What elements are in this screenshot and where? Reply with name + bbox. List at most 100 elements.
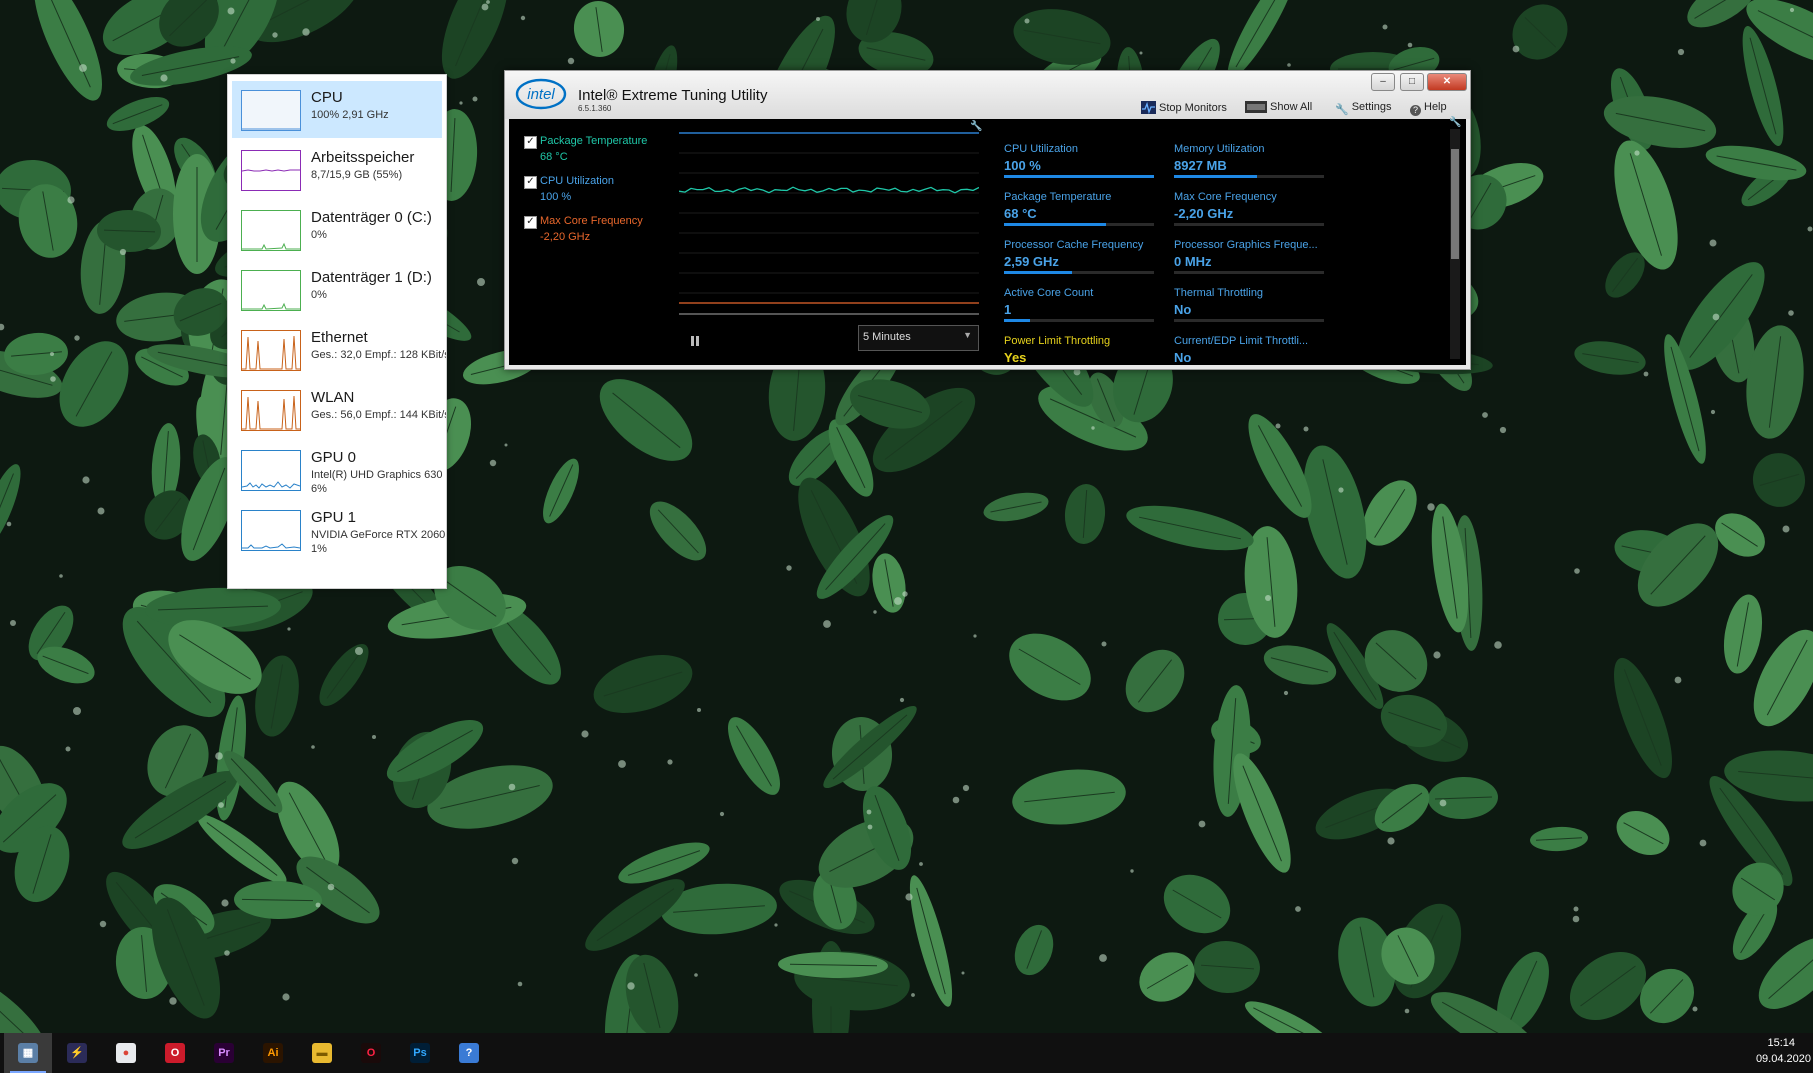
xtu-version: 6.5.1.360 — [578, 104, 612, 113]
metric-bar-fill — [1174, 175, 1257, 178]
metric-value: 0 MHz — [1174, 254, 1212, 269]
intel-logo-icon: intel — [515, 78, 567, 110]
metric-value: Yes — [1004, 350, 1027, 365]
metric-value: No — [1174, 350, 1192, 365]
metric-processor-graphics-freque: Processor Graphics Freque... 0 MHz — [1174, 239, 1324, 285]
opera-icon: O — [165, 1043, 185, 1063]
metric-bar-fill — [1004, 223, 1106, 226]
perf-item-cpu[interactable]: CPU 100% 2,91 GHz — [232, 81, 442, 138]
perf-sparkline — [241, 390, 301, 431]
stop-monitors-button[interactable]: Stop Monitors — [1141, 101, 1227, 114]
perf-item-detail: Ges.: 56,0 Empf.: 144 KBit/s — [311, 409, 447, 421]
metric-value: 68 °C — [1004, 206, 1037, 221]
metric-package-temperature: Package Temperature 68 °C — [1004, 191, 1154, 237]
xtu-monitor-pane: ✓ Package Temperature 68 °C ✓ CPU Utilizatio… — [509, 117, 1466, 365]
monitor-wave-icon — [1141, 101, 1156, 114]
perf-item-title: GPU 0 — [311, 449, 357, 466]
metric-bar — [1004, 271, 1154, 274]
perf-item-usage: 6% — [311, 483, 327, 495]
metric-bar — [1174, 223, 1324, 226]
metrics-scrollbar[interactable] — [1450, 129, 1460, 359]
premiere-icon: Pr — [214, 1043, 234, 1063]
perf-sparkline — [241, 150, 301, 191]
show-all-button[interactable]: Show All — [1245, 101, 1312, 113]
settings-button[interactable]: 🔧 Settings — [1335, 101, 1391, 116]
task-manager-icon: ▦ — [18, 1043, 38, 1063]
perf-item-title: Arbeitsspeicher — [311, 149, 415, 166]
chrome-icon: ● — [116, 1043, 136, 1063]
perf-item-wlan[interactable]: WLAN Ges.: 56,0 Empf.: 144 KBit/s — [232, 381, 446, 438]
show-all-icon — [1245, 101, 1267, 113]
metric-label: Package Temperature — [1004, 191, 1112, 203]
scrollbar-thumb[interactable] — [1451, 149, 1459, 259]
metric-thermal-throttling: Thermal Throttling No — [1174, 287, 1324, 333]
help-icon: ? — [1410, 105, 1421, 116]
maximize-button[interactable]: □ — [1400, 73, 1424, 91]
opera-gx-icon: O — [361, 1043, 381, 1063]
perf-sparkline — [241, 450, 301, 491]
metric-value: 8927 MB — [1174, 158, 1227, 173]
settings-label: Settings — [1351, 101, 1392, 113]
taskbar-app-chrome[interactable]: ● — [102, 1033, 150, 1073]
perf-item-gpu-0[interactable]: GPU 0 Intel(R) UHD Graphics 630 6% — [232, 441, 442, 498]
perf-item-usage: 1% — [311, 543, 327, 555]
perf-item-detail: 100% 2,91 GHz — [311, 109, 389, 121]
perf-sparkline — [241, 210, 301, 251]
metric-power-limit-throttling: Power Limit Throttling Yes — [1004, 335, 1154, 365]
clock-time[interactable]: 15:14 — [1767, 1037, 1795, 1049]
metric-memory-utilization: Memory Utilization 8927 MB — [1174, 143, 1324, 189]
taskbar-app-premiere[interactable]: Pr — [200, 1033, 248, 1073]
help-button[interactable]: ? Help — [1410, 101, 1447, 116]
perf-sparkline — [241, 90, 301, 131]
metric-label: Processor Cache Frequency — [1004, 239, 1144, 251]
metric-current-edp-limit-throttli: Current/EDP Limit Throttli... No — [1174, 335, 1324, 365]
wrench-icon: 🔧 — [1335, 104, 1349, 116]
metric-value: 100 % — [1004, 158, 1041, 173]
metric-bar-fill — [1004, 175, 1154, 178]
metric-bar — [1004, 175, 1154, 178]
metric-bar-fill — [1004, 271, 1072, 274]
perf-sparkline — [241, 270, 301, 311]
taskbar-app-xtu[interactable]: ⚡ — [53, 1033, 101, 1073]
task-manager-performance-panel: CPU 100% 2,91 GHz Arbeitsspeicher 8,7/15,9 … — [227, 74, 447, 589]
perf-item-detail: 0% — [311, 289, 327, 301]
clock-date[interactable]: 09.04.2020 — [1756, 1053, 1811, 1065]
metrics-wrench-icon[interactable]: 🔧 — [1449, 117, 1461, 128]
perf-item-ethernet[interactable]: Ethernet Ges.: 32,0 Empf.: 128 KBit/s — [232, 321, 446, 378]
xtu-window: intel Intel® Extreme Tuning Utility 6.5.… — [504, 70, 1471, 370]
xtu-titlebar[interactable]: intel Intel® Extreme Tuning Utility 6.5.… — [505, 71, 1470, 119]
metric-label: CPU Utilization — [1004, 143, 1078, 155]
svg-text:intel: intel — [527, 86, 555, 103]
perf-item-datentr-ger-0-c[interactable]: Datenträger 0 (C:) 0% — [232, 201, 442, 258]
perf-item-title: Ethernet — [311, 329, 368, 346]
taskbar-app-illustrator[interactable]: Ai — [249, 1033, 297, 1073]
metric-value: 1 — [1004, 302, 1012, 317]
perf-item-detail: 8,7/15,9 GB (55%) — [311, 169, 403, 181]
metric-cpu-utilization: CPU Utilization 100 % — [1004, 143, 1154, 189]
metric-label: Max Core Frequency — [1174, 191, 1277, 203]
perf-item-gpu-1[interactable]: GPU 1 NVIDIA GeForce RTX 2060 1% — [232, 501, 445, 558]
metric-value: No — [1174, 302, 1192, 317]
taskbar-app-xtu-pinned[interactable]: ? — [445, 1033, 493, 1073]
taskbar-app-opera[interactable]: O — [151, 1033, 199, 1073]
close-button[interactable]: ✕ — [1427, 73, 1467, 91]
xtu-icon: ⚡ — [67, 1043, 87, 1063]
explorer-icon: ▬ — [312, 1043, 332, 1063]
taskbar-app-photoshop[interactable]: Ps — [396, 1033, 444, 1073]
metric-bar — [1004, 223, 1154, 226]
perf-item-title: WLAN — [311, 389, 355, 406]
xtu-window-title: Intel® Extreme Tuning Utility — [578, 87, 768, 104]
perf-item-detail: 0% — [311, 229, 327, 241]
taskbar-app-explorer[interactable]: ▬ — [298, 1033, 346, 1073]
show-all-label: Show All — [1270, 101, 1313, 113]
perf-item-arbeitsspeicher[interactable]: Arbeitsspeicher 8,7/15,9 GB (55%) — [232, 141, 442, 198]
perf-item-datentr-ger-1-d[interactable]: Datenträger 1 (D:) 0% — [232, 261, 442, 318]
metric-active-core-count: Active Core Count 1 — [1004, 287, 1154, 333]
metrics-panel: CPU Utilization 100 % Memory Utilization 89… — [509, 119, 1466, 365]
taskbar-app-task-manager[interactable]: ▦ — [4, 1033, 52, 1073]
metric-label: Thermal Throttling — [1174, 287, 1264, 299]
minimize-button[interactable]: – — [1371, 73, 1395, 91]
taskbar-app-opera-gx[interactable]: O — [347, 1033, 395, 1073]
metric-label: Power Limit Throttling — [1004, 335, 1111, 347]
metric-label: Processor Graphics Freque... — [1174, 239, 1318, 251]
